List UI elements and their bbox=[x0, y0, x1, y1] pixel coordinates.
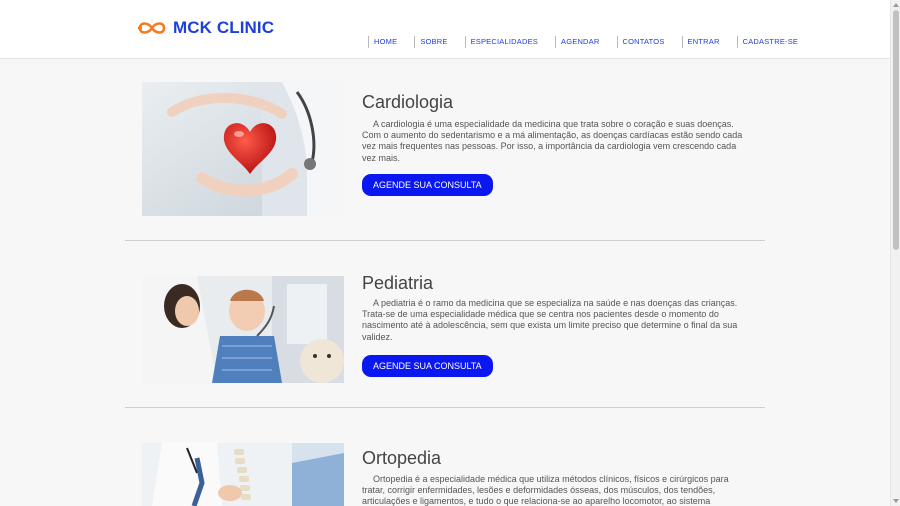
specialty-description: A pediatria é o ramo da medicina que se … bbox=[362, 298, 738, 342]
scrollbar-thumb[interactable] bbox=[893, 10, 899, 250]
specialty-description: A cardiologia é uma especialidade da med… bbox=[362, 119, 743, 163]
nav-cadastre-se[interactable]: CADASTRE-SE bbox=[736, 36, 799, 48]
page: MCK CLINIC HOME SOBRE ESPECIALIDADES AGE… bbox=[0, 0, 900, 506]
nav-home[interactable]: HOME bbox=[368, 36, 397, 48]
specialty-title: Pediatria bbox=[362, 273, 434, 293]
specialty-image bbox=[142, 82, 344, 216]
book-appointment-button[interactable]: AGENDE SUA CONSULTA bbox=[362, 355, 493, 377]
specialty-ortopedia: Ortopedia Ortopedia é a especialidade mé… bbox=[142, 443, 752, 506]
section-divider bbox=[125, 407, 765, 408]
nav-sobre[interactable]: SOBRE bbox=[414, 36, 447, 48]
main-nav: HOME SOBRE ESPECIALIDADES AGENDAR CONTAT… bbox=[368, 36, 798, 48]
scrollbar[interactable] bbox=[890, 0, 900, 506]
specialty-title: Cardiologia bbox=[362, 92, 454, 112]
logo[interactable]: MCK CLINIC bbox=[137, 18, 274, 38]
section-divider bbox=[125, 240, 765, 241]
nav-agendar[interactable]: AGENDAR bbox=[555, 36, 600, 48]
specialty-cardiologia: Cardiologia A cardiologia é uma especial… bbox=[142, 82, 752, 222]
book-appointment-button[interactable]: AGENDE SUA CONSULTA bbox=[362, 174, 493, 196]
specialty-image bbox=[142, 276, 344, 383]
specialty-description: Ortopedia é a especialidade médica que u… bbox=[362, 474, 729, 506]
nav-especialidades[interactable]: ESPECIALIDADES bbox=[464, 36, 538, 48]
infinity-logo-icon bbox=[138, 22, 166, 34]
nav-contatos[interactable]: CONTATOS bbox=[616, 36, 665, 48]
specialty-image bbox=[142, 443, 344, 506]
scroll-down-icon[interactable] bbox=[893, 499, 899, 503]
header: MCK CLINIC HOME SOBRE ESPECIALIDADES AGE… bbox=[0, 0, 890, 59]
specialty-pediatria: Pediatria A pediatria é o ramo da medici… bbox=[142, 273, 752, 386]
specialty-title: Ortopedia bbox=[362, 448, 442, 468]
nav-entrar[interactable]: ENTRAR bbox=[681, 36, 720, 48]
scroll-up-icon[interactable] bbox=[893, 3, 899, 7]
logo-text: MCK CLINIC bbox=[173, 18, 275, 37]
